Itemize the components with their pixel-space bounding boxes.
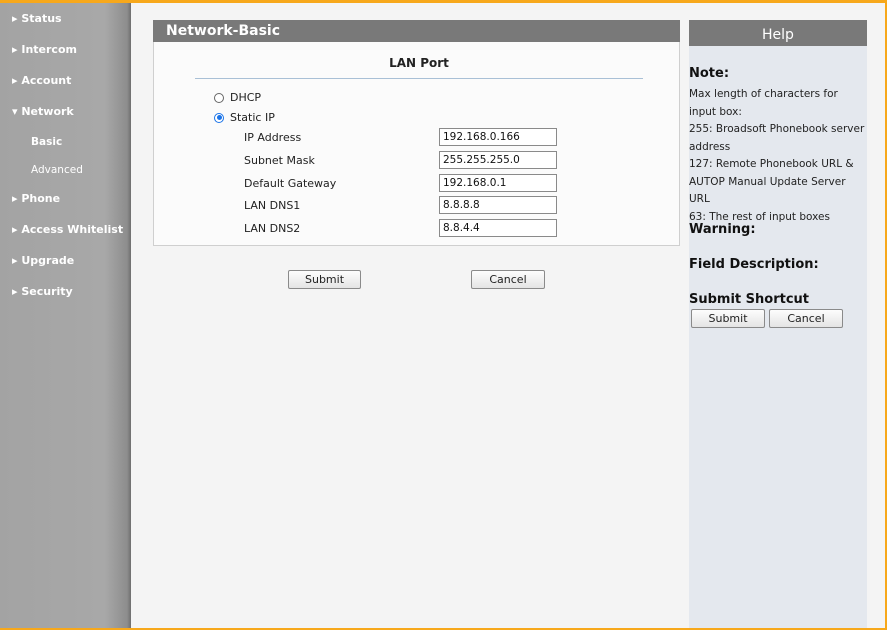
help-note-line: 255: Broadsoft Phonebook server address bbox=[689, 123, 865, 153]
sidebar-item-security[interactable]: ▸ Security bbox=[12, 285, 73, 298]
dhcp-radio[interactable] bbox=[214, 92, 224, 103]
dhcp-option[interactable]: DHCP bbox=[214, 91, 261, 104]
sidebar-item-status[interactable]: ▸ Status bbox=[12, 12, 62, 25]
lan-dns2-input[interactable] bbox=[439, 219, 557, 237]
help-panel: Help Note: Max length of characters for … bbox=[689, 20, 867, 628]
help-submit-shortcut-heading: Submit Shortcut bbox=[689, 292, 810, 307]
sidebar-subitem-advanced[interactable]: Advanced bbox=[31, 164, 83, 176]
help-warning-heading: Warning: bbox=[689, 222, 756, 237]
subnet-mask-label: Subnet Mask bbox=[244, 154, 315, 167]
sidebar-item-phone[interactable]: ▸ Phone bbox=[12, 192, 60, 205]
default-gateway-label: Default Gateway bbox=[244, 177, 337, 190]
ip-address-input[interactable] bbox=[439, 128, 557, 146]
subnet-mask-input[interactable] bbox=[439, 151, 557, 169]
sidebar-item-network[interactable]: ▾ Network bbox=[12, 105, 74, 118]
page-frame: ▸ Status ▸ Intercom ▸ Account ▾ Network … bbox=[0, 3, 885, 628]
shortcut-cancel-button[interactable]: Cancel bbox=[769, 309, 843, 328]
sidebar-item-access-whitelist[interactable]: ▸ Access Whitelist bbox=[12, 223, 123, 236]
static-ip-option[interactable]: Static IP bbox=[214, 111, 275, 124]
default-gateway-input[interactable] bbox=[439, 174, 557, 192]
submit-button[interactable]: Submit bbox=[288, 270, 361, 289]
page-title: Network-Basic bbox=[153, 20, 680, 42]
static-ip-label: Static IP bbox=[230, 111, 275, 124]
help-note-line: Max length of characters for input box: bbox=[689, 88, 838, 118]
static-ip-radio[interactable] bbox=[214, 112, 224, 123]
help-note-line: 127: Remote Phonebook URL & AUTOP Manual… bbox=[689, 158, 854, 205]
lan-dns1-label: LAN DNS1 bbox=[244, 199, 301, 212]
section-divider bbox=[195, 78, 643, 79]
help-note-heading: Note: bbox=[689, 66, 730, 81]
sidebar-subitem-basic[interactable]: Basic bbox=[31, 136, 62, 148]
lan-dns2-label: LAN DNS2 bbox=[244, 222, 301, 235]
dhcp-label: DHCP bbox=[230, 91, 262, 104]
sidebar-item-upgrade[interactable]: ▸ Upgrade bbox=[12, 254, 74, 267]
lan-port-section: LAN Port DHCP Static IP IP Address Subne… bbox=[153, 42, 680, 246]
sidebar: ▸ Status ▸ Intercom ▸ Account ▾ Network … bbox=[0, 3, 131, 628]
shortcut-submit-button[interactable]: Submit bbox=[691, 309, 765, 328]
help-note-text: Max length of characters for input box: … bbox=[689, 86, 865, 226]
sidebar-item-account[interactable]: ▸ Account bbox=[12, 74, 71, 87]
sidebar-item-intercom[interactable]: ▸ Intercom bbox=[12, 43, 77, 56]
ip-address-label: IP Address bbox=[244, 131, 302, 144]
section-title: LAN Port bbox=[389, 56, 449, 70]
help-field-description-heading: Field Description: bbox=[689, 257, 819, 272]
help-title: Help bbox=[689, 20, 867, 46]
cancel-button[interactable]: Cancel bbox=[471, 270, 545, 289]
lan-dns1-input[interactable] bbox=[439, 196, 557, 214]
